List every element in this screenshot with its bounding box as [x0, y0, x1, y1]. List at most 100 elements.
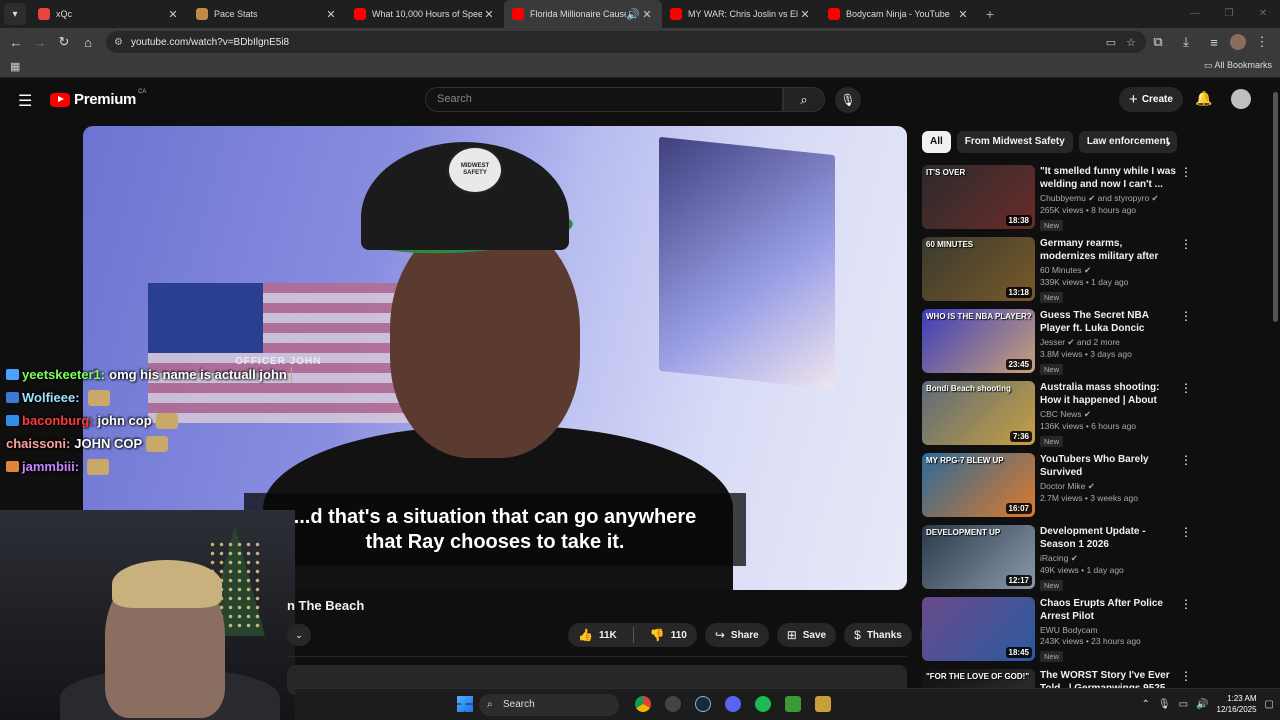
- filter-chip[interactable]: Law enforcement: [1078, 131, 1178, 153]
- channel-name[interactable]: 60 Minutes ✔: [1040, 265, 1180, 276]
- tray-chevron-icon[interactable]: ⌃: [1142, 699, 1150, 710]
- chrome-icon[interactable]: [635, 696, 651, 712]
- video-options-icon[interactable]: ⋮: [1180, 237, 1192, 251]
- recommended-video[interactable]: Bondi Beach shooting 7:36 Australia mass s…: [922, 381, 1194, 447]
- recommended-title[interactable]: YouTubers Who Barely Survived: [1040, 453, 1180, 479]
- recommended-video[interactable]: WHO IS THE NBA PLAYER? 23:45 Guess The Sec…: [922, 309, 1194, 375]
- channel-name[interactable]: iRacing ✔: [1040, 553, 1180, 564]
- video-thumbnail[interactable]: MY RPG-7 BLEW UP 16:07: [922, 453, 1035, 517]
- tab-close-icon[interactable]: ✕: [798, 8, 812, 21]
- video-options-icon[interactable]: ⋮: [1180, 453, 1192, 467]
- video-options-icon[interactable]: ⋮: [1180, 165, 1192, 179]
- recommended-video[interactable]: 60 MINUTES 13:18 Germany rearms, modernize…: [922, 237, 1194, 303]
- youtube-logo[interactable]: Premium CA: [50, 89, 146, 108]
- back-button[interactable]: ←: [4, 30, 28, 54]
- reload-button[interactable]: ↻: [52, 30, 76, 54]
- notifications-bell-icon[interactable]: 🔔: [1195, 90, 1212, 107]
- filter-chip[interactable]: From Midwest Safety: [956, 131, 1073, 153]
- like-button[interactable]: 👍 11K: [568, 623, 627, 647]
- browser-tab[interactable]: What 10,000 Hours of Speedrun✕: [346, 0, 504, 28]
- restore-icon[interactable]: ❐: [1212, 0, 1246, 28]
- channel-name[interactable]: CBC News ✔: [1040, 409, 1180, 420]
- browser-tab[interactable]: Bodycam Ninja - YouTube ✕: [820, 0, 978, 28]
- video-thumbnail[interactable]: 18:45: [922, 597, 1035, 661]
- video-thumbnail[interactable]: DEVELOPMENT UP 12:17: [922, 525, 1035, 589]
- steam-icon[interactable]: [695, 696, 711, 712]
- spotify-icon[interactable]: [755, 696, 771, 712]
- channel-name[interactable]: EWU Bodycam: [1040, 625, 1180, 635]
- thanks-button[interactable]: $ Thanks: [844, 623, 912, 647]
- network-icon[interactable]: ▭: [1179, 699, 1188, 710]
- new-tab-button[interactable]: +: [978, 6, 1002, 22]
- recommended-title[interactable]: Germany rearms, modernizes military afte…: [1040, 237, 1180, 263]
- apps-grid-icon[interactable]: ▦: [10, 60, 20, 73]
- taskbar-search[interactable]: ⌕ Search: [479, 694, 619, 716]
- video-thumbnail[interactable]: WHO IS THE NBA PLAYER? 23:45: [922, 309, 1035, 373]
- video-options-icon[interactable]: ⋮: [1180, 597, 1192, 611]
- page-scrollbar[interactable]: [1273, 92, 1278, 322]
- channel-name[interactable]: Jesser ✔ and 2 more: [1040, 337, 1180, 348]
- clock[interactable]: 1:23 AM 12/16/2025: [1217, 693, 1257, 715]
- video-options-icon[interactable]: ⋮: [1180, 309, 1192, 323]
- game-app-icon[interactable]: [785, 696, 801, 712]
- recommended-video[interactable]: 18:45 Chaos Erupts After Police Arrest Pi…: [922, 597, 1194, 663]
- browser-menu-icon[interactable]: ⋮: [1250, 30, 1274, 54]
- filter-chip[interactable]: All: [922, 131, 951, 153]
- video-options-icon[interactable]: ⋮: [1180, 525, 1192, 539]
- discord-icon[interactable]: [725, 696, 741, 712]
- forward-button[interactable]: →: [28, 30, 52, 54]
- profile-avatar[interactable]: [1230, 34, 1246, 50]
- tab-close-icon[interactable]: ✕: [640, 8, 654, 21]
- search-button[interactable]: ⌕: [783, 87, 825, 112]
- account-avatar[interactable]: [1231, 89, 1251, 109]
- cast-icon[interactable]: ▭: [1106, 36, 1116, 49]
- voice-search-button[interactable]: 🎙: [835, 87, 861, 113]
- video-options-icon[interactable]: ⋮: [1180, 669, 1192, 683]
- folder-app-icon[interactable]: [815, 696, 831, 712]
- tab-audio-icon[interactable]: 🔊: [626, 8, 640, 21]
- downloads-icon[interactable]: ⤓: [1174, 30, 1198, 54]
- recommended-title[interactable]: Chaos Erupts After Police Arrest Pilot: [1040, 597, 1180, 623]
- start-button[interactable]: [457, 696, 473, 712]
- channel-name[interactable]: Chubbyemu ✔ and styropyro ✔: [1040, 193, 1180, 204]
- mic-tray-icon[interactable]: 🎙: [1158, 699, 1171, 710]
- close-window-icon[interactable]: ✕: [1246, 0, 1280, 28]
- browser-tab[interactable]: Florida Millionaire Causes C🔊✕: [504, 0, 662, 28]
- all-bookmarks-button[interactable]: ▭ All Bookmarks: [1204, 60, 1272, 71]
- create-button[interactable]: + Create: [1119, 87, 1183, 112]
- tab-search-chevron-icon[interactable]: ▾: [4, 3, 26, 25]
- recommended-title[interactable]: Development Update - Season 1 2026: [1040, 525, 1180, 551]
- recommended-video[interactable]: IT'S OVER 18:38 "It smelled funny while I …: [922, 165, 1194, 231]
- video-thumbnail[interactable]: IT'S OVER 18:38: [922, 165, 1035, 229]
- video-options-icon[interactable]: ⋮: [1180, 381, 1192, 395]
- home-button[interactable]: ⌂: [76, 30, 100, 54]
- recommended-video[interactable]: MY RPG-7 BLEW UP 16:07 YouTubers Who Barel…: [922, 453, 1194, 519]
- minimize-icon[interactable]: —: [1178, 0, 1212, 28]
- search-input[interactable]: Search: [425, 87, 783, 112]
- obs-icon[interactable]: [665, 696, 681, 712]
- reading-list-icon[interactable]: ≡: [1202, 30, 1226, 54]
- tab-close-icon[interactable]: ✕: [482, 8, 496, 21]
- chips-next-chevron-icon[interactable]: ›: [1166, 131, 1184, 153]
- share-button[interactable]: ↪ Share: [704, 623, 769, 647]
- browser-tab[interactable]: MY WAR: Chris Joslin vs El Toro✕: [662, 0, 820, 28]
- recommended-video[interactable]: DEVELOPMENT UP 12:17 Development Update - …: [922, 525, 1194, 591]
- tab-close-icon[interactable]: ✕: [324, 8, 338, 21]
- extensions-icon[interactable]: ⧉: [1146, 30, 1170, 54]
- save-button[interactable]: ⊞ Save: [776, 623, 837, 647]
- video-thumbnail[interactable]: 60 MINUTES 13:18: [922, 237, 1035, 301]
- recommended-title[interactable]: Guess The Secret NBA Player ft. Luka Don…: [1040, 309, 1180, 335]
- recommended-title[interactable]: Australia mass shooting: How it happened…: [1040, 381, 1180, 407]
- dislike-button[interactable]: 👎 110: [640, 623, 697, 647]
- site-info-icon[interactable]: ⚙: [114, 37, 123, 48]
- volume-icon[interactable]: 🔊: [1196, 699, 1208, 710]
- notification-center-icon[interactable]: ▢: [1265, 699, 1274, 710]
- expand-chevron-icon[interactable]: ⌄: [287, 624, 311, 646]
- bookmark-star-icon[interactable]: ☆: [1126, 36, 1136, 49]
- tab-close-icon[interactable]: ✕: [166, 8, 180, 21]
- channel-name[interactable]: Doctor Mike ✔: [1040, 481, 1180, 492]
- video-thumbnail[interactable]: Bondi Beach shooting 7:36: [922, 381, 1035, 445]
- recommended-title[interactable]: "It smelled funny while I was welding an…: [1040, 165, 1180, 191]
- address-bar[interactable]: ⚙ youtube.com/watch?v=BDbIlgnE5i8 ▭ ☆: [106, 31, 1146, 53]
- hamburger-menu-icon[interactable]: ☰: [18, 91, 32, 111]
